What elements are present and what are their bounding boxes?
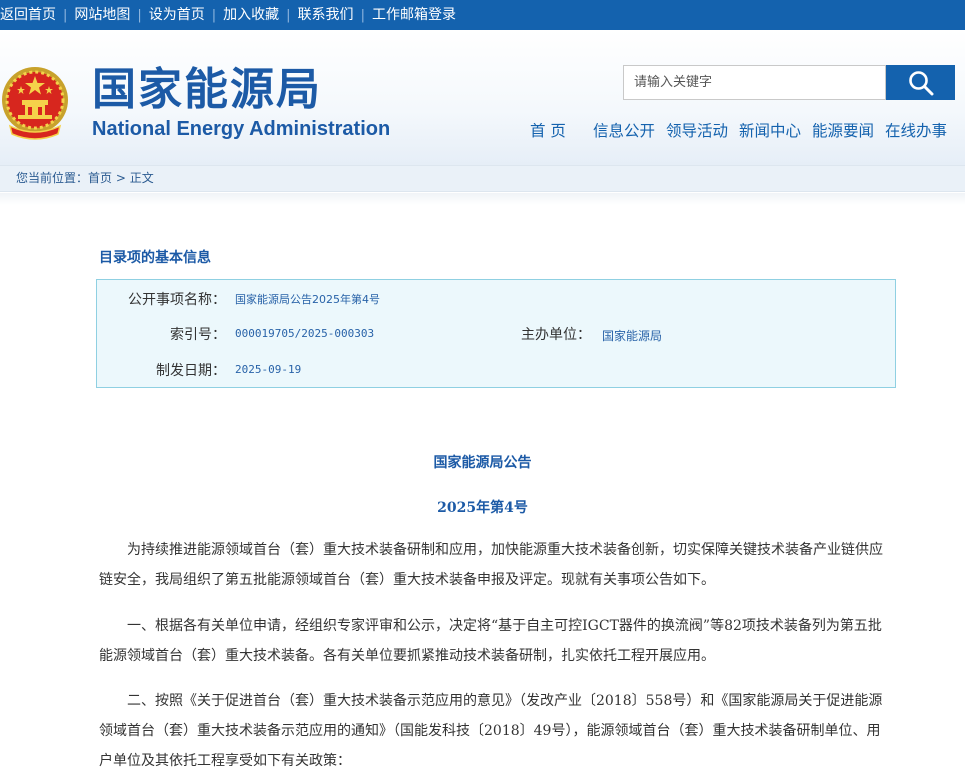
separator: | <box>360 7 365 23</box>
site-logo-english[interactable]: National Energy Administration <box>92 118 390 141</box>
separator: | <box>63 7 68 23</box>
breadcrumb-shadow <box>0 193 965 205</box>
article-number: 2025年第4号 <box>437 500 528 516</box>
link-set-homepage[interactable]: 设为首页 <box>149 0 205 30</box>
nav-item-info-disclosure[interactable]: 信息公开 <box>593 119 655 143</box>
info-index-label: 索引号： <box>170 327 226 343</box>
national-emblem-icon[interactable] <box>0 64 70 142</box>
info-date-value: 2025-09-19 <box>235 363 302 376</box>
search-button[interactable] <box>886 65 955 100</box>
nav-item-energy-news[interactable]: 能源要闻 <box>812 119 874 143</box>
article-paragraph-2: 一、根据各有关单位申请，经组织专家评审和公示，决定将“基于自主可控IGCT器件的… <box>99 618 882 664</box>
link-home[interactable]: 返回首页 <box>0 0 56 30</box>
breadcrumb-arrow: > <box>115 171 126 185</box>
breadcrumb-trail: 您当前位置：首页 > 正文 <box>16 166 154 191</box>
info-index-value: 000019705/2025-000303 <box>235 327 375 340</box>
nav-item-leader-activities[interactable]: 领导活动 <box>666 119 728 143</box>
info-org-label: 主办单位： <box>521 327 591 343</box>
nav-item-news-center[interactable]: 新闻中心 <box>739 119 801 143</box>
info-org-value: 国家能源局 <box>602 329 663 343</box>
top-links: 返回首页 | 网站地图 | 设为首页 | 加入收藏 | 联系我们 | 工作邮箱登… <box>0 0 456 30</box>
top-utility-bar: 返回首页 | 网站地图 | 设为首页 | 加入收藏 | 联系我们 | 工作邮箱登… <box>0 0 965 30</box>
info-table: 公开事项名称： 国家能源局公告2025年第4号 索引号： 000019705/2… <box>96 279 896 388</box>
article-paragraph-3: 二、按照《关于促进首台（套）重大技术装备示范应用的意见》（发改产业〔2018〕5… <box>99 693 883 769</box>
site-header: 国家能源局 National Energy Administration 请输入… <box>0 30 965 165</box>
nav-item-online-services[interactable]: 在线办事 <box>885 119 947 143</box>
breadcrumb: 您当前位置：首页 > 正文 <box>0 165 965 192</box>
info-date-label: 制发日期： <box>156 363 226 379</box>
breadcrumb-home-link[interactable]: 首页 <box>88 171 112 185</box>
info-item-label: 公开事项名称： <box>128 292 226 308</box>
site-logo-chinese[interactable]: 国家能源局 <box>92 62 322 118</box>
link-add-favorite[interactable]: 加入收藏 <box>223 0 279 30</box>
search-icon <box>908 70 933 95</box>
breadcrumb-current: 正文 <box>129 171 154 185</box>
link-sitemap[interactable]: 网站地图 <box>74 0 130 30</box>
separator: | <box>137 7 142 23</box>
article-title: 国家能源局公告 <box>433 455 532 471</box>
main-nav: 首 页 信息公开 领导活动 新闻中心 能源要闻 在线办事 <box>530 119 947 143</box>
link-contact[interactable]: 联系我们 <box>298 0 354 30</box>
info-item-value: 国家能源局公告2025年第4号 <box>235 293 380 306</box>
breadcrumb-prefix: 您当前位置： <box>16 171 89 185</box>
separator: | <box>286 7 291 23</box>
info-section-title: 目录项的基本信息 <box>99 250 211 266</box>
article-paragraph-1: 为持续推进能源领域首台（套）重大技术装备研制和应用，加快能源重大技术装备创新，切… <box>99 542 883 588</box>
separator: | <box>211 7 217 23</box>
search-input[interactable]: 请输入关键字 <box>623 65 886 100</box>
link-mail-login[interactable]: 工作邮箱登录 <box>372 0 456 30</box>
nav-item-home[interactable]: 首 页 <box>530 119 566 143</box>
